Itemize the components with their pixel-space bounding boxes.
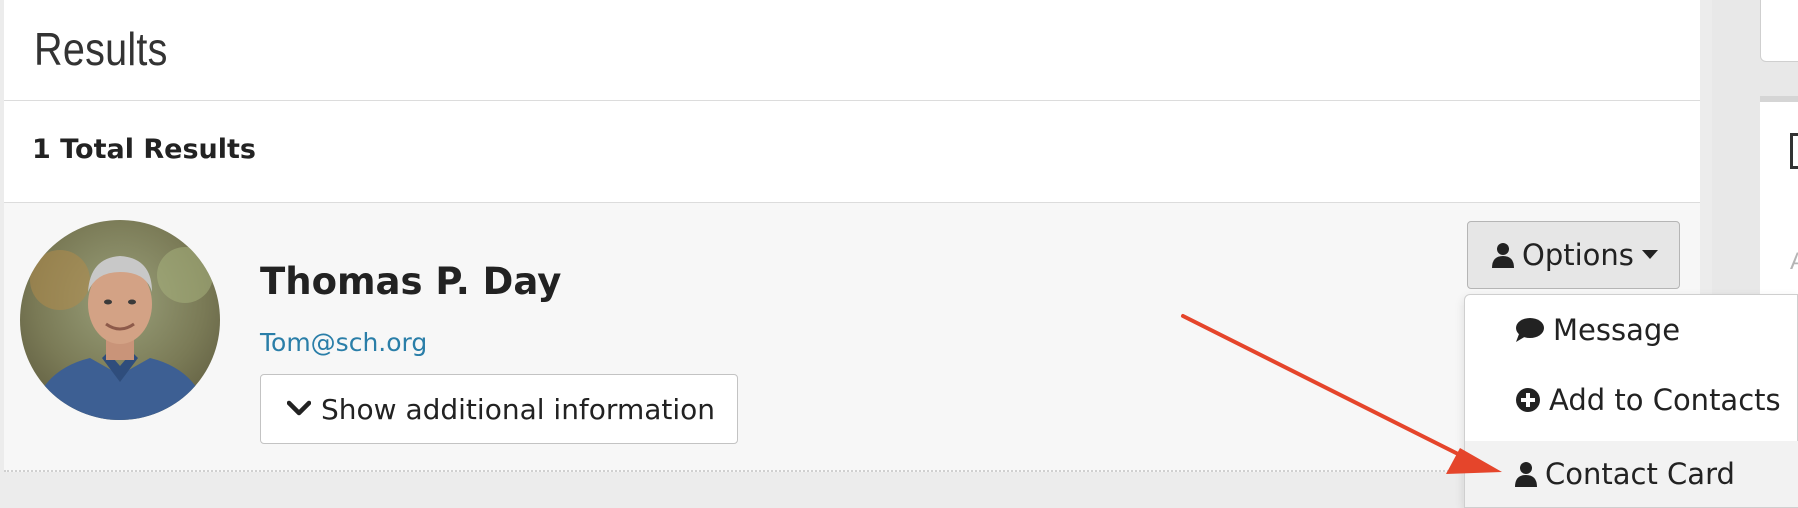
results-count: 1 Total Results <box>32 134 256 165</box>
caret-down-icon <box>1641 250 1658 259</box>
menu-item-label: Contact Card <box>1545 457 1735 491</box>
sidebar-truncated-text: A <box>1790 248 1798 276</box>
sidebar-checkbox-icon[interactable] <box>1790 133 1798 169</box>
menu-item-message[interactable]: Message <box>1465 297 1798 363</box>
chevron-down-icon <box>287 400 311 416</box>
user-icon <box>1515 462 1537 487</box>
user-icon <box>1492 243 1514 268</box>
avatar-photo <box>20 220 220 420</box>
menu-item-label: Add to Contacts <box>1549 383 1781 417</box>
results-header: Results <box>4 0 1700 101</box>
result-row <box>4 203 1700 472</box>
plus-circle-icon <box>1516 388 1540 412</box>
options-button[interactable]: Options <box>1467 221 1680 289</box>
avatar <box>20 220 220 420</box>
options-label: Options <box>1522 238 1634 272</box>
results-count-bar: 1 Total Results <box>4 101 1700 203</box>
comment-icon <box>1516 318 1544 342</box>
show-info-label: Show additional information <box>321 392 716 426</box>
options-dropdown-menu: Message Add to Contacts Contact Card <box>1464 294 1798 508</box>
person-name: Thomas P. Day <box>260 260 562 303</box>
sidebar-search-box[interactable] <box>1760 0 1798 62</box>
menu-item-add-to-contacts[interactable]: Add to Contacts <box>1465 367 1798 433</box>
email-link[interactable]: Tom@sch.org <box>260 328 427 357</box>
menu-item-contact-card[interactable]: Contact Card <box>1465 441 1798 507</box>
show-additional-info-button[interactable]: Show additional information <box>260 374 738 444</box>
menu-item-label: Message <box>1553 313 1681 347</box>
page-title: Results <box>34 23 168 75</box>
